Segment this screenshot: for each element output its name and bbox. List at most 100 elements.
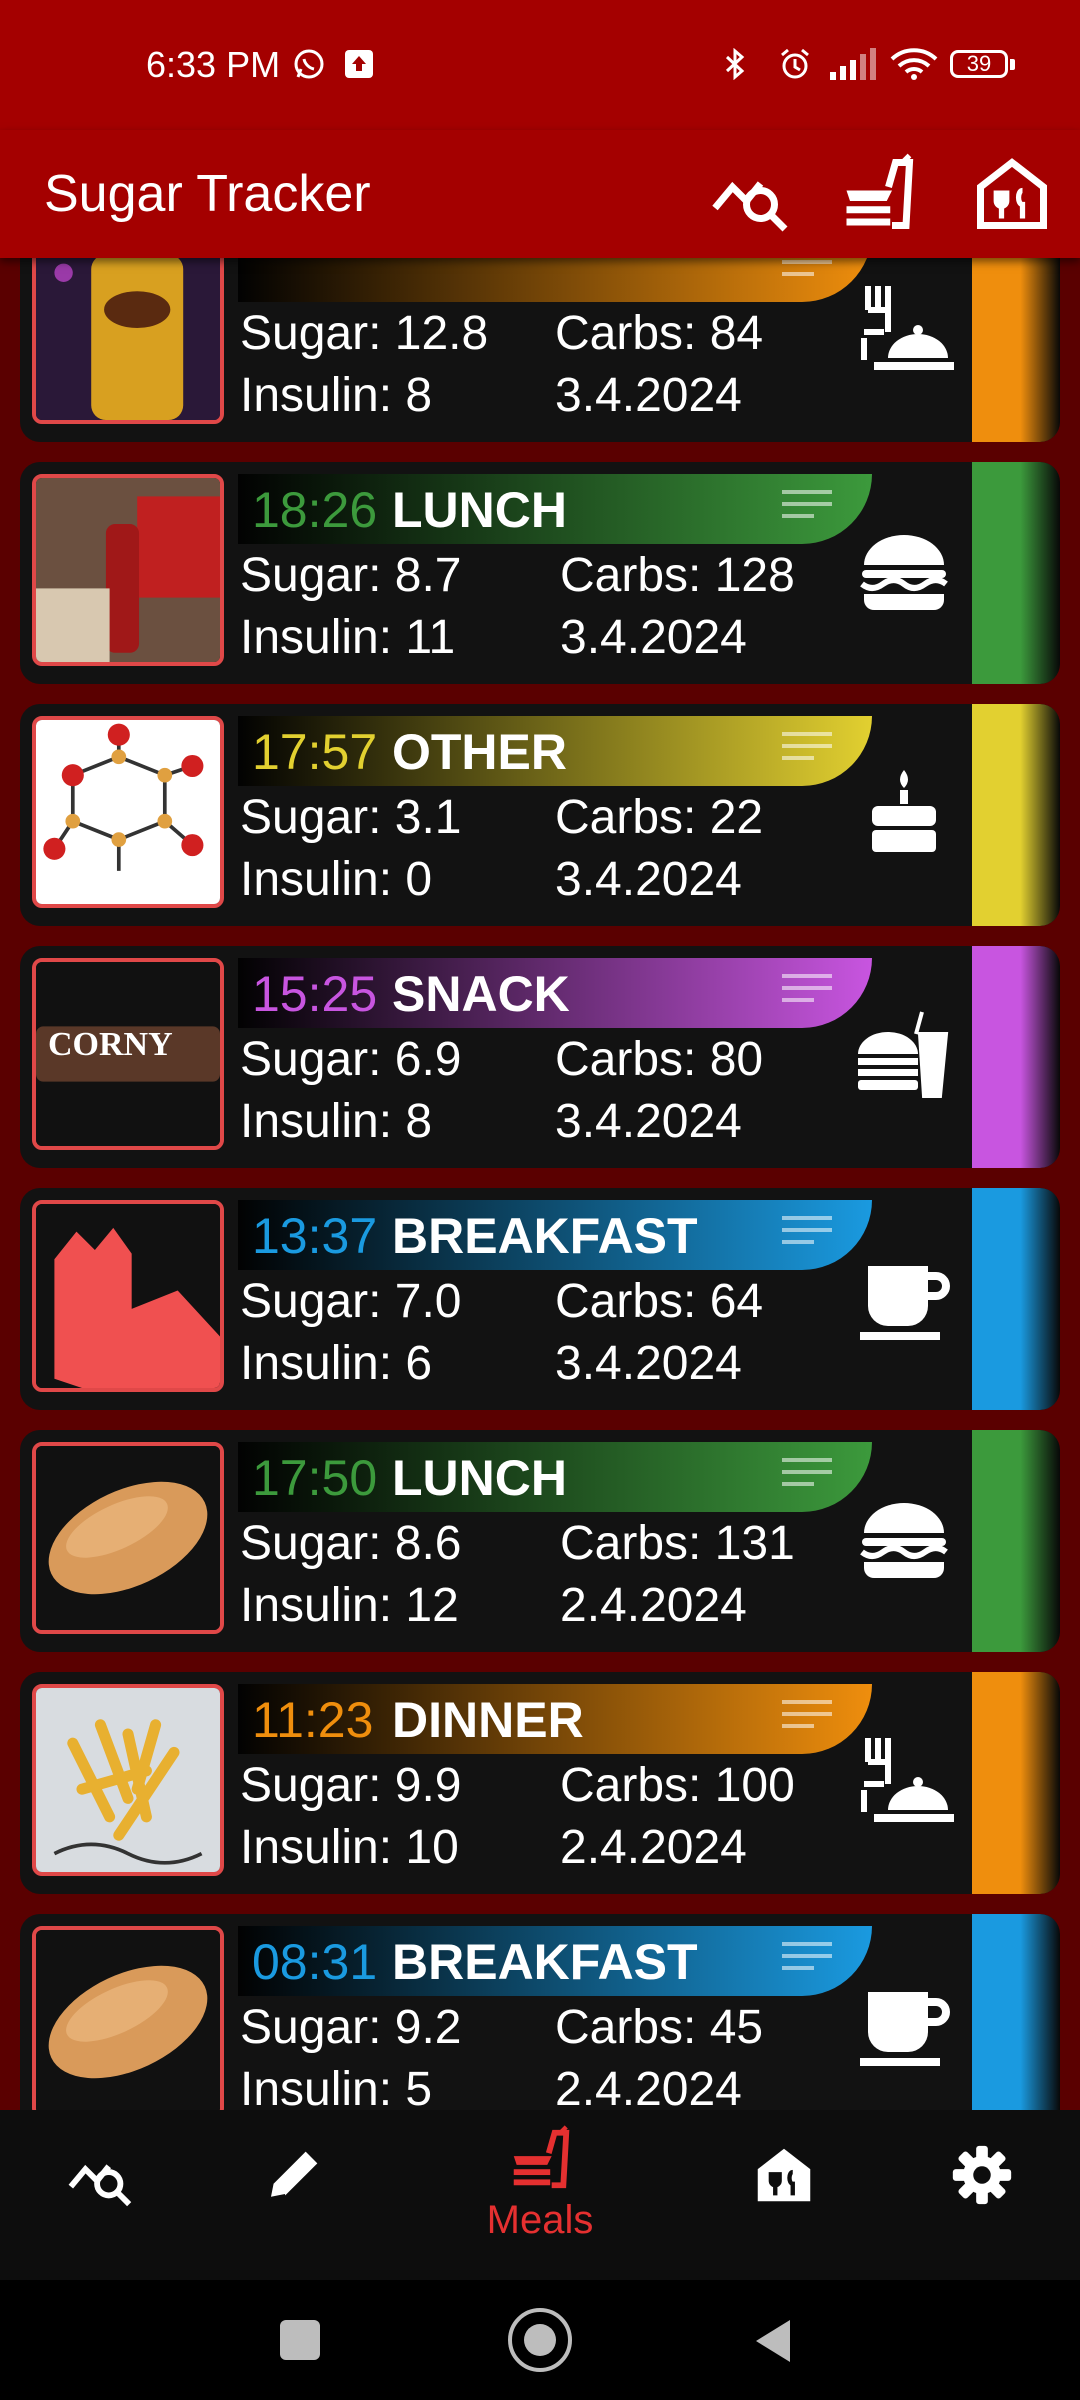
meal-type-stripe [972, 1188, 1060, 1410]
menu-lines-icon[interactable] [782, 1698, 832, 1736]
meal-card[interactable]: 13:37 BREAKFAST Sugar: 7.0 Carbs: 64 Insulin… [20, 1188, 1060, 1410]
meal-photo[interactable] [32, 474, 224, 666]
burger-icon [860, 1503, 948, 1578]
signal-icon [830, 48, 876, 80]
meal-time: 18:26 [252, 482, 378, 538]
snack-drink-icon [858, 1011, 949, 1098]
meal-card[interactable]: 17:50 LUNCH Sugar: 8.6 Carbs: 131 Insulin: 1… [20, 1430, 1060, 1652]
meal-photo[interactable] [32, 1926, 224, 2110]
meal-category: BREAKFAST [392, 1934, 698, 1990]
recents-button[interactable] [280, 2320, 320, 2360]
bluetooth-icon [725, 48, 745, 80]
meal-photo[interactable]: CORNY [32, 958, 224, 1150]
meal-card[interactable]: Sugar: 12.8 Carbs: 84 Insulin: 8 3.4.2024 [20, 258, 1060, 442]
nav-edit[interactable] [224, 2110, 364, 2280]
menu-lines-icon[interactable] [782, 1214, 832, 1252]
wifi-icon [890, 48, 938, 80]
coffee-cup-icon [860, 1266, 950, 1340]
meal-insulin: Insulin: 11 [240, 611, 456, 664]
meal-list[interactable]: Sugar: 12.8 Carbs: 84 Insulin: 8 3.4.2024 18… [0, 258, 1080, 2110]
meal-sugar: Sugar: 6.9 [240, 1033, 462, 1086]
meal-photo[interactable] [32, 1200, 224, 1392]
meal-time: 13:37 [252, 1208, 378, 1264]
meal-date: 2.4.2024 [560, 1579, 747, 1632]
coffee-cup-icon [860, 1992, 950, 2066]
meal-type-stripe [972, 462, 1060, 684]
meal-time: 15:25 [252, 966, 378, 1022]
meal-date: 3.4.2024 [555, 853, 742, 906]
meal-date: 2.4.2024 [560, 1821, 747, 1874]
meal-photo[interactable] [32, 716, 224, 908]
gear-icon [952, 2145, 1012, 2205]
upload-icon [345, 50, 373, 78]
burger-icon [860, 535, 948, 610]
meal-card[interactable]: 08:31 BREAKFAST Sugar: 9.2 Carbs: 45 Insulin… [20, 1914, 1060, 2110]
cake-icon [872, 770, 936, 852]
meal-photo[interactable] [32, 258, 224, 424]
home-button[interactable] [508, 2308, 572, 2372]
meal-header [238, 258, 872, 302]
meal-card[interactable]: CORNY 15:25 SNACK Sugar: 6.9 Carbs: 80 Insuli… [20, 946, 1060, 1168]
back-button[interactable] [752, 2318, 792, 2364]
meal-card[interactable]: 18:26 LUNCH Sugar: 8.7 Carbs: 128 Insulin: 1… [20, 462, 1060, 684]
system-navigation [0, 2280, 1080, 2400]
meal-food-icon[interactable] [836, 152, 920, 236]
dinner-plate-icon [861, 286, 954, 370]
status-time: 6:33 PM [146, 44, 281, 85]
meal-category: OTHER [392, 724, 567, 780]
nav-meals[interactable]: Meals [470, 2110, 610, 2280]
meal-insulin: Insulin: 0 [240, 853, 433, 906]
stats-search-icon[interactable] [708, 152, 792, 236]
menu-lines-icon[interactable] [782, 488, 832, 526]
stats-search-icon [68, 2164, 132, 2207]
meal-category: LUNCH [392, 482, 567, 538]
bottom-navigation: Meals [0, 2110, 1080, 2280]
meal-insulin: Insulin: 8 [240, 1095, 433, 1148]
meal-type-stripe [972, 704, 1060, 926]
meal-type-stripe [972, 1914, 1060, 2110]
meal-insulin: Insulin: 8 [240, 369, 433, 422]
meal-insulin: Insulin: 6 [240, 1337, 433, 1390]
meal-header: 11:23 DINNER [238, 1684, 872, 1754]
menu-lines-icon[interactable] [782, 1940, 832, 1978]
meal-date: 3.4.2024 [560, 611, 747, 664]
menu-lines-icon[interactable] [782, 258, 832, 284]
candy-bar-brand-text: CORNY [48, 1026, 173, 1063]
nav-stats[interactable] [30, 2110, 170, 2280]
pencil-icon [270, 2151, 318, 2200]
menu-lines-icon[interactable] [782, 972, 832, 1010]
meal-type-stripe [972, 1672, 1060, 1894]
meal-photo[interactable] [32, 1684, 224, 1876]
meal-type-stripe [972, 258, 1060, 442]
meal-header: 08:31 BREAKFAST [238, 1926, 872, 1996]
meal-carbs: Carbs: 84 [555, 307, 764, 360]
meal-date: 3.4.2024 [555, 1337, 742, 1390]
nav-settings[interactable] [912, 2110, 1052, 2280]
meal-sugar: Sugar: 8.6 [240, 1517, 462, 1570]
meal-type-stripe [972, 1430, 1060, 1652]
meal-card[interactable]: 17:57 OTHER Sugar: 3.1 Carbs: 22 Insulin: 03… [20, 704, 1060, 926]
restaurant-icon[interactable] [970, 152, 1054, 236]
meal-insulin: Insulin: 12 [240, 1579, 459, 1632]
meal-card[interactable]: 11:23 DINNER Sugar: 9.9 Carbs: 100 Insulin: … [20, 1672, 1060, 1894]
meal-photo[interactable] [32, 1442, 224, 1634]
alarm-icon [781, 48, 809, 79]
whatsapp-icon [294, 49, 324, 79]
menu-lines-icon[interactable] [782, 1456, 832, 1494]
meal-date: 2.4.2024 [555, 2063, 742, 2110]
meal-carbs: Carbs: 80 [555, 1033, 764, 1086]
meal-sugar: Sugar: 3.1 [240, 791, 462, 844]
app-bar: Sugar Tracker [0, 130, 1080, 258]
meal-category: BREAKFAST [392, 1208, 698, 1264]
meal-carbs: Carbs: 128 [560, 549, 795, 602]
menu-lines-icon[interactable] [782, 730, 832, 768]
meal-time: 17:50 [252, 1450, 378, 1506]
nav-restaurant[interactable] [714, 2110, 854, 2280]
meal-header: 15:25 SNACK [238, 958, 872, 1028]
battery-level: 39 [966, 51, 992, 76]
restaurant-icon [757, 2148, 811, 2202]
meal-insulin: Insulin: 5 [240, 2063, 433, 2110]
meal-sugar: Sugar: 9.2 [240, 2001, 462, 2054]
meal-category: SNACK [392, 966, 570, 1022]
meal-header: 18:26 LUNCH [238, 474, 872, 544]
